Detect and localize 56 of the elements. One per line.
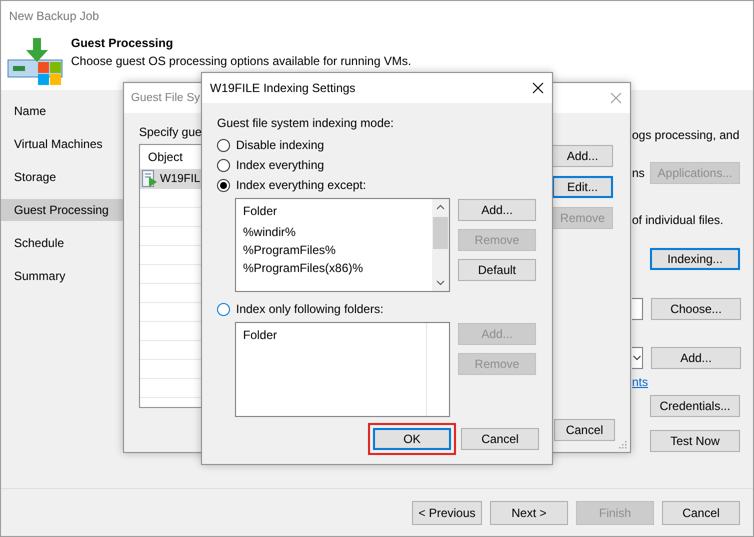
table-cell: W19FIL — [160, 173, 200, 185]
sidebar-item[interactable]: Schedule — [1, 232, 123, 254]
cancel-button[interactable]: Cancel — [662, 500, 740, 524]
radio-button[interactable] — [217, 178, 230, 192]
list-item[interactable]: %ProgramFiles(x86)% — [236, 259, 432, 277]
add-button[interactable]: Add... — [552, 145, 613, 167]
cancel-button[interactable]: Cancel — [554, 419, 615, 441]
dialog-title: W19FILE Indexing Settings — [210, 81, 356, 95]
panel-text: ns — [632, 166, 646, 180]
list-item[interactable]: %ProgramFiles% — [236, 241, 432, 259]
link[interactable]: nts — [632, 375, 648, 389]
credentials-button[interactable]: Credentials... — [650, 395, 740, 417]
vm-play-icon — [142, 170, 158, 188]
add-button[interactable]: Add... — [458, 199, 536, 221]
window-title: New Backup Job — [9, 9, 100, 23]
radio-label: Index everything — [236, 158, 324, 172]
dialog-prompt: Specify gue — [139, 125, 203, 141]
radio-label: Index everything except: — [236, 178, 366, 192]
panel-text: of individual files. — [632, 213, 724, 227]
page-title: Guest Processing — [71, 36, 174, 50]
radio-button[interactable] — [217, 138, 230, 152]
resize-grip-icon[interactable] — [619, 441, 627, 449]
test-now-button[interactable]: Test Now — [650, 430, 740, 452]
list-item[interactable]: %windir% — [236, 223, 432, 241]
default-button[interactable]: Default — [458, 259, 536, 281]
previous-button[interactable]: < Previous — [412, 500, 482, 524]
scrollbar[interactable] — [432, 199, 449, 291]
panel-text: ogs processing, and — [632, 128, 740, 142]
edit-button[interactable]: Edit... — [552, 176, 613, 198]
column-header: Folder — [242, 203, 278, 220]
page-subtitle: Choose guest OS processing options available for running VMs. — [71, 54, 412, 68]
sidebar-item[interactable]: Virtual Machines — [1, 133, 123, 155]
radio-label: Disable indexing — [236, 138, 324, 152]
add-button[interactable]: Add... — [651, 347, 741, 369]
folder-list[interactable]: Folder %windir% %ProgramFiles% %ProgramFiles(x86)% — [235, 198, 450, 292]
radio-label: Index only following folders: — [236, 302, 384, 316]
column-header: Folder — [242, 327, 278, 344]
sidebar-item[interactable]: Summary — [1, 265, 123, 287]
ok-button[interactable]: OK — [373, 428, 451, 450]
next-button[interactable]: Next > — [490, 500, 568, 524]
cancel-button[interactable]: Cancel — [461, 428, 539, 450]
sidebar-item[interactable]: Storage — [1, 166, 123, 188]
folder-list[interactable]: Folder — [235, 322, 450, 417]
text-field[interactable] — [632, 298, 643, 320]
radio-button[interactable] — [217, 302, 230, 316]
mode-label: Guest file system indexing mode: — [217, 115, 395, 131]
dialog-title: Guest File Sy — [131, 92, 200, 104]
choose-button[interactable]: Choose... — [651, 298, 741, 320]
column-header: Object — [148, 150, 183, 164]
dropdown[interactable] — [632, 347, 643, 369]
sidebar-item[interactable]: Guest Processing — [1, 199, 123, 221]
chevron-down-icon — [633, 355, 641, 361]
sidebar-item[interactable]: Name — [1, 100, 123, 122]
indexing-button[interactable]: Indexing... — [650, 248, 740, 270]
radio-button[interactable] — [217, 158, 230, 172]
close-icon[interactable] — [532, 82, 544, 94]
